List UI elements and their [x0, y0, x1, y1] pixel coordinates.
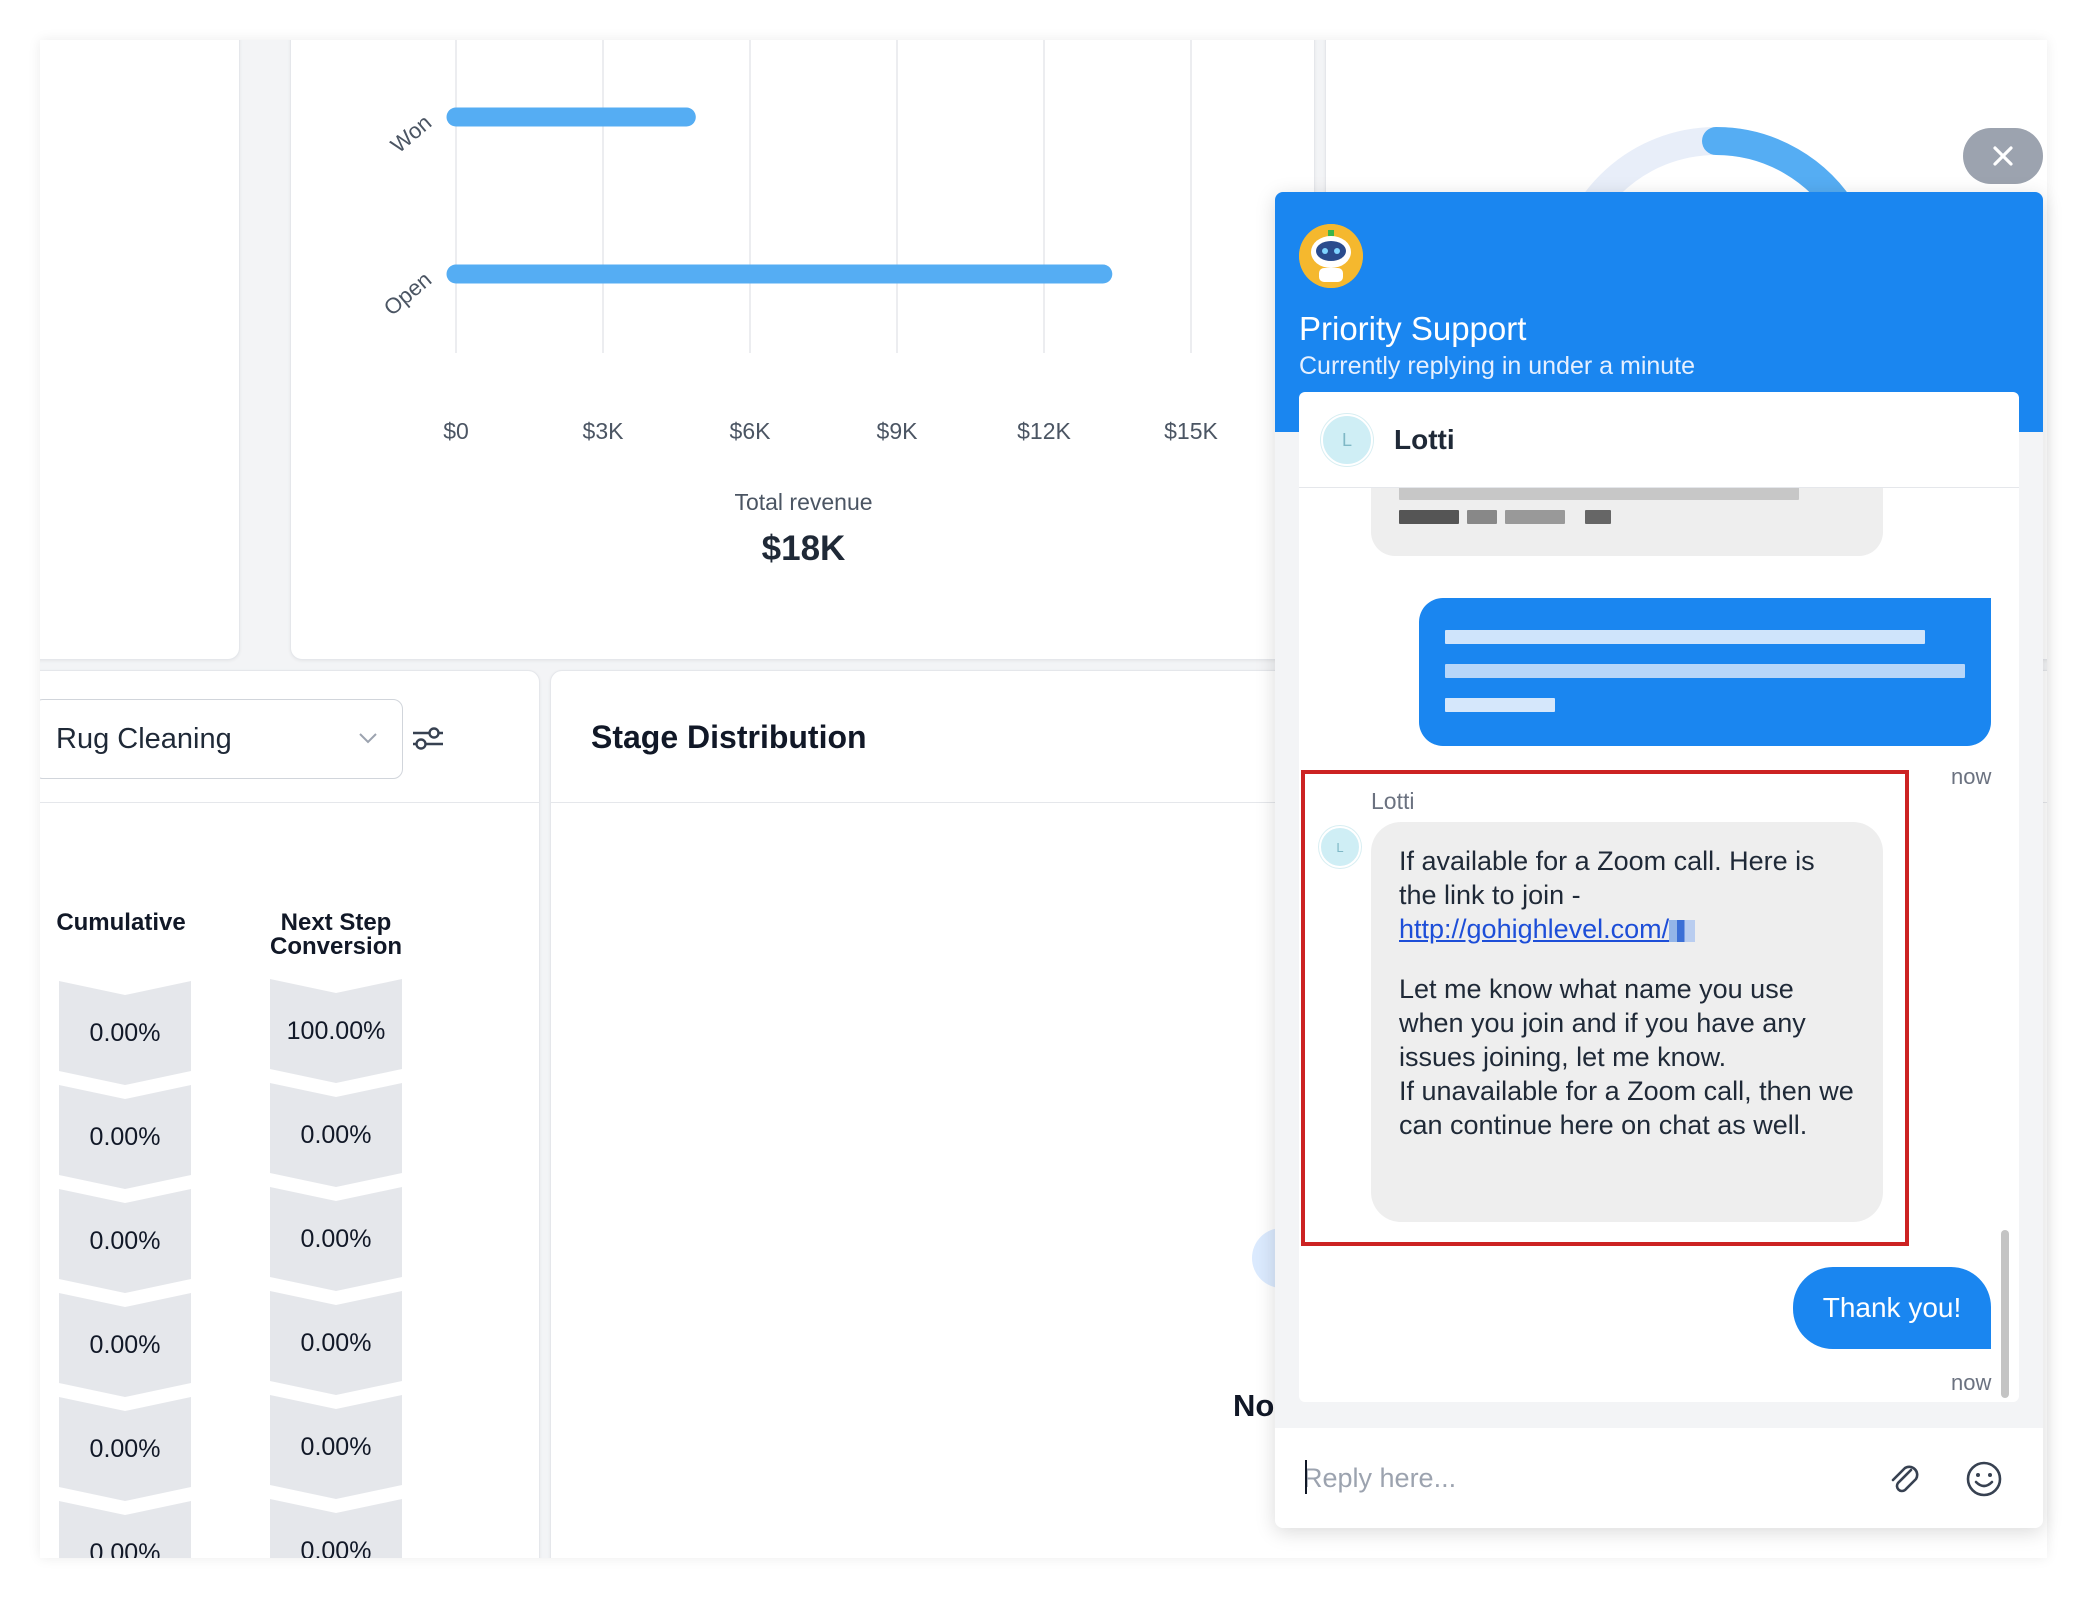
message-timestamp: now — [1951, 1370, 1992, 1395]
redacted-message-bubble — [1371, 488, 1883, 556]
funnel-next-step-cell: 0.00% — [270, 1083, 402, 1187]
funnel-cumulative-cell: 0.00% — [59, 1397, 191, 1501]
funnel-next-step-cell: 0.00% — [270, 1291, 402, 1395]
x-tick-label: $15K — [1164, 418, 1218, 444]
emoji-icon[interactable] — [1965, 1460, 2003, 1498]
chat-title: Priority Support — [1299, 310, 1527, 347]
pipeline-select[interactable]: Rug Cleaning — [40, 699, 403, 779]
chat-conversation: L Lotti now Lotti L If available for a Z… — [1299, 392, 2019, 1402]
total-revenue-label: Total revenue — [734, 489, 873, 515]
funnel-header: Rug Cleaning — [40, 671, 539, 803]
reply-input[interactable] — [1303, 1454, 1863, 1502]
filter-settings-icon[interactable] — [411, 723, 445, 753]
funnel-cumulative-cell: 0.00% — [59, 981, 191, 1085]
agent-row: L Lotti — [1299, 392, 2019, 488]
agent-name: Lotti — [1394, 424, 1455, 455]
funnel-next-step-cell: 100.00% — [270, 979, 402, 1083]
reply-bar — [1275, 1428, 2043, 1528]
redacted-reply-bubble — [1419, 598, 1991, 746]
column-header-next-step: Next Step Conversion — [269, 909, 403, 960]
left-stat-card — [40, 40, 240, 660]
x-tick-label: $12K — [1017, 418, 1071, 444]
x-tick-label: $6K — [730, 418, 772, 444]
column-header-cumulative: Cumulative — [56, 909, 186, 936]
pipeline-select-value: Rug Cleaning — [56, 722, 232, 755]
funnel-cumulative-cell: 0.00% — [59, 1189, 191, 1293]
funnel-cumulative-cell: 0.00% — [59, 1501, 191, 1558]
x-tick-label: $3K — [583, 418, 625, 444]
paperclip-icon[interactable] — [1885, 1460, 1923, 1498]
chat-close-button[interactable] — [1963, 128, 2043, 184]
funnel-next-step-cell: 0.00% — [270, 1395, 402, 1499]
funnel-card: Rug Cleaning Cumulative Next Step Conver… — [40, 670, 540, 1558]
funnel-next-step-cell: 0.00% — [270, 1499, 402, 1558]
chat-subtitle: Currently replying in under a minute — [1299, 352, 1696, 380]
funnel-cumulative-cell: 0.00% — [59, 1085, 191, 1189]
stage-distribution-title: Stage Distribution — [591, 719, 867, 755]
total-revenue-value: $18K — [761, 529, 846, 568]
user-reply-bubble: Thank you! — [1793, 1267, 1991, 1349]
x-tick-label: $0 — [443, 418, 469, 444]
chat-widget: Priority Support Currently replying in u… — [1275, 192, 2043, 1528]
y-category-label: Won — [386, 110, 436, 158]
x-tick-label: $9K — [877, 418, 919, 444]
highlight-box — [1301, 770, 1909, 1246]
text-caret — [1305, 1460, 1307, 1494]
bot-avatar — [1299, 224, 1363, 288]
revenue-chart-card: $0 $3K $6K $9K $12K $15K Won Open Total revenue… — [290, 40, 1315, 660]
funnel-next-step-cell: 0.00% — [270, 1187, 402, 1291]
chevron-down-icon — [359, 733, 377, 744]
message-timestamp: now — [1951, 764, 1992, 789]
robot-icon — [1299, 224, 1363, 288]
y-category-label: Open — [379, 267, 436, 321]
close-icon — [1993, 146, 2013, 166]
funnel-cumulative-cell: 0.00% — [59, 1293, 191, 1397]
chat-scrollbar[interactable] — [2001, 1230, 2009, 1398]
revenue-bar-chart: $0 $3K $6K $9K $12K $15K Won Open — [379, 40, 1219, 444]
agent-avatar: L — [1321, 414, 1373, 466]
